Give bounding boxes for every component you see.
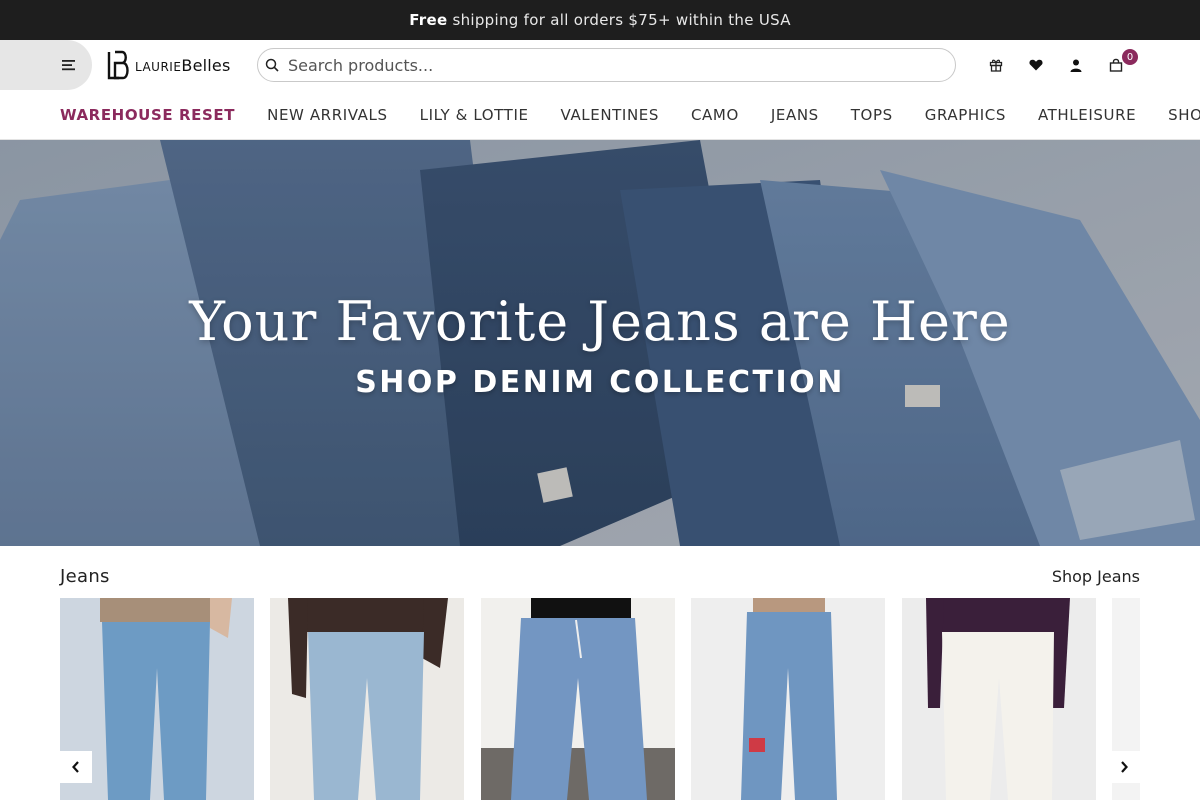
collection-title: Jeans [60, 565, 110, 587]
nav-item-tops[interactable]: TOPS [851, 106, 893, 124]
carousel-prev-button[interactable] [60, 751, 92, 783]
hero-title: Your Favorite Jeans are Here [189, 290, 1011, 353]
nav-item-shoes[interactable]: SHOES [1168, 106, 1200, 124]
product-image [270, 598, 464, 800]
gift-button[interactable] [976, 40, 1016, 90]
search-icon [265, 58, 279, 72]
product-card[interactable] [270, 598, 464, 800]
chevron-left-icon [72, 761, 79, 773]
wishlist-button[interactable] [1016, 40, 1056, 90]
chevron-right-icon [1121, 761, 1128, 773]
header-icons: 0 [976, 40, 1138, 90]
logo-mark-icon [107, 50, 129, 80]
product-card[interactable] [481, 598, 675, 800]
nav-item-new-arrivals[interactable]: NEW ARRIVALS [267, 106, 387, 124]
cart-icon [1109, 58, 1123, 72]
gift-icon [989, 59, 1003, 72]
nav-item-graphics[interactable]: GRAPHICS [925, 106, 1006, 124]
nav-item-jeans[interactable]: JEANS [771, 106, 819, 124]
nav-item-warehouse-reset[interactable]: WAREHOUSE RESET [60, 106, 235, 124]
logo-text: LAURIEBelles [135, 56, 231, 75]
hero-banner[interactable]: Your Favorite Jeans are Here SHOP DENIM … [0, 140, 1200, 546]
search-input[interactable] [288, 50, 928, 80]
menu-button[interactable] [0, 40, 92, 90]
shop-jeans-link[interactable]: Shop Jeans [1052, 567, 1140, 586]
search-bar[interactable] [257, 48, 956, 82]
cart-count-badge: 0 [1122, 49, 1138, 65]
site-header: LAURIEBelles Search products... 0 [0, 40, 1200, 90]
product-image [691, 598, 885, 800]
logo-brand: LAURIE [135, 59, 182, 74]
nav-item-camo[interactable]: CAMO [691, 106, 739, 124]
announcement-bold: Free [409, 11, 448, 29]
nav-item-valentines[interactable]: VALENTINES [561, 106, 659, 124]
site-logo[interactable]: LAURIEBelles [107, 50, 231, 80]
product-card[interactable] [902, 598, 1096, 800]
carousel-next-button[interactable] [1108, 751, 1140, 783]
product-image [902, 598, 1096, 800]
product-carousel [60, 598, 1140, 800]
main-nav: WAREHOUSE RESET NEW ARRIVALS LILY & LOTT… [0, 90, 1200, 140]
collection-header: Jeans Shop Jeans [60, 560, 1140, 592]
logo-brand-rest: Belles [181, 55, 231, 75]
product-card[interactable] [691, 598, 885, 800]
announcement-bar: Free shipping for all orders $75+ within… [0, 0, 1200, 40]
product-image [481, 598, 675, 800]
nav-item-lily-lottie[interactable]: LILY & LOTTIE [420, 106, 529, 124]
menu-icon [62, 60, 75, 71]
heart-icon [1029, 59, 1043, 71]
hero-cta[interactable]: SHOP DENIM COLLECTION [0, 365, 1200, 400]
nav-item-athleisure[interactable]: ATHLEISURE [1038, 106, 1136, 124]
account-button[interactable] [1056, 40, 1096, 90]
cart-button[interactable]: 0 [1096, 40, 1138, 90]
announcement-text: shipping for all orders $75+ within the … [452, 11, 791, 29]
user-icon [1070, 59, 1082, 72]
